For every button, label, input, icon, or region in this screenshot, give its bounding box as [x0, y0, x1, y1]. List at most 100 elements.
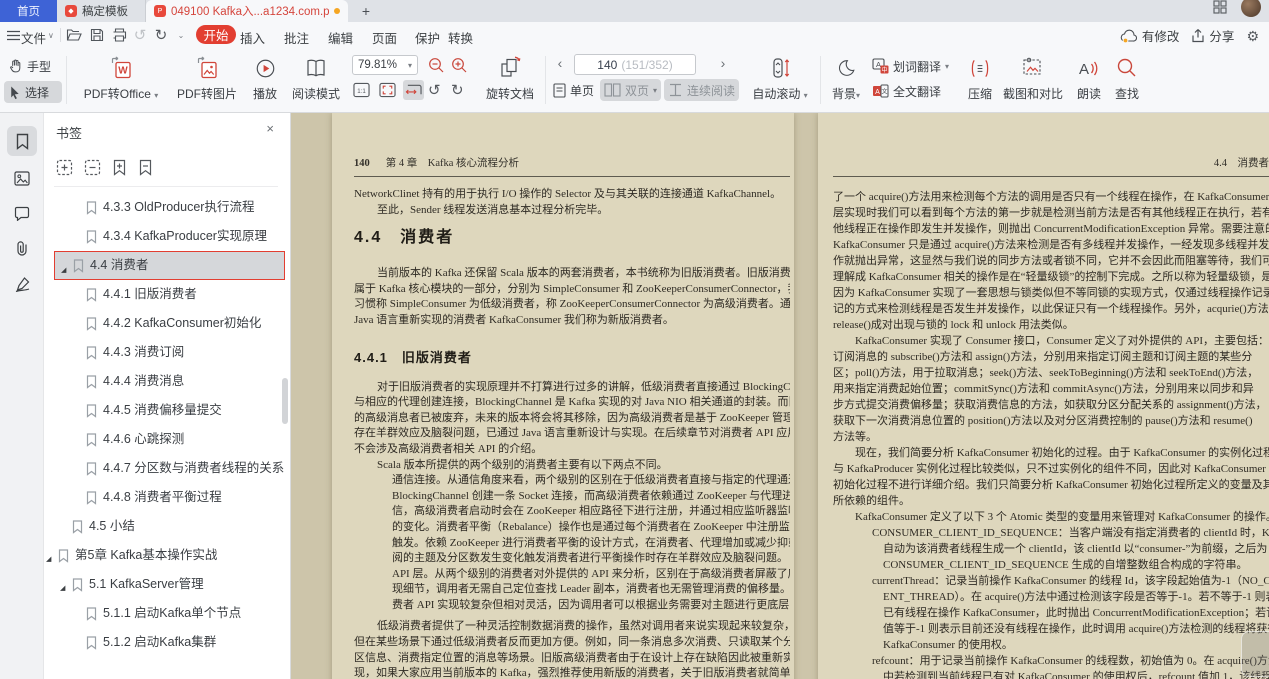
side-icon-strip	[0, 113, 44, 679]
panel-scrollbar-thumb[interactable]	[282, 378, 288, 424]
add-bookmark-button[interactable]	[112, 159, 127, 176]
bookmark-item[interactable]: 5.1.1 启动Kafka单个节点	[54, 599, 285, 628]
bookmark-item[interactable]: 4.4.7 分区数与消费者线程的关系	[54, 454, 285, 483]
hamburger-icon[interactable]	[4, 26, 22, 44]
tab-template[interactable]: ◆ 稿定模板	[57, 0, 146, 22]
close-panel-icon[interactable]: ×	[266, 121, 274, 136]
bookmark-item[interactable]: 4.4.2 KafkaConsumer初始化	[54, 309, 285, 338]
modified-status[interactable]: 有修改	[1120, 26, 1180, 45]
menu-page[interactable]: 页面	[372, 28, 397, 47]
text-line: 现细节，调用者无需自己定位查找 Leader 副本，消费者也无需管理消费的偏移量…	[392, 582, 790, 598]
thumbnails-panel-button[interactable]	[7, 163, 37, 193]
single-page-button[interactable]: 单页	[549, 79, 598, 101]
bookmark-item[interactable]: 5.1 KafkaServer管理	[54, 570, 285, 599]
collapse-all-button[interactable]	[84, 159, 101, 176]
bookmark-flag-icon	[86, 230, 97, 244]
tab-bar: 首页 ◆ 稿定模板 P 049100 Kafka入...a1234.com.pd…	[0, 0, 1269, 22]
pdf-to-office-icon: W	[109, 54, 133, 82]
signature-panel-button[interactable]	[7, 269, 37, 299]
bookmark-label: 4.4.7 分区数与消费者线程的关系	[103, 460, 284, 477]
continuous-reading-button[interactable]: 连续阅读	[664, 79, 739, 101]
page-number-input[interactable]: 140 (151/352)	[574, 54, 696, 75]
settings-gear-icon[interactable]: ⚙	[1246, 29, 1259, 43]
bookmark-item[interactable]: 4.4.3 消费订阅	[54, 338, 285, 367]
page-header: 4.4 消费者	[833, 157, 1269, 177]
fit-width-button[interactable]	[403, 80, 424, 100]
bookmark-flag-icon	[86, 201, 97, 215]
menu-insert[interactable]: 插入	[240, 28, 265, 47]
menu-start[interactable]: 开始	[196, 25, 236, 44]
read-aloud-button[interactable]: A 朗读	[1068, 52, 1110, 102]
compress-button[interactable]: 压缩	[958, 52, 1002, 102]
attachments-panel-button[interactable]	[7, 233, 37, 263]
menu-protect[interactable]: 保护	[415, 28, 440, 47]
tab-home[interactable]: 首页	[0, 0, 57, 22]
bookmark-item[interactable]: 4.3.4 KafkaProducer实现原理	[54, 222, 285, 251]
full-translate-button[interactable]: A文 全文翻译	[868, 80, 945, 102]
background-button[interactable]: 背景▾	[824, 52, 868, 102]
rotate-document-button[interactable]: 旋转文档	[478, 52, 542, 102]
select-tool-button[interactable]: 选择	[4, 81, 62, 103]
share-button[interactable]: 分享	[1191, 26, 1234, 45]
zoom-in-button[interactable]	[447, 54, 472, 76]
undo-icon[interactable]: ↺	[131, 26, 149, 44]
snapshot-compare-button[interactable]: 截图和对比	[1000, 52, 1066, 102]
reading-mode-button[interactable]: 阅读模式	[283, 52, 349, 102]
print-icon[interactable]	[110, 26, 128, 44]
expander-icon[interactable]	[60, 580, 65, 597]
redo-icon[interactable]: ↻	[152, 26, 170, 44]
main-area: 书签 ×	[0, 113, 1269, 679]
file-caret-icon[interactable]: ∨	[48, 31, 54, 40]
expander-icon[interactable]	[46, 551, 51, 568]
bookmark-item[interactable]: 4.4.5 消费偏移量提交	[54, 396, 285, 425]
quickbar-more-icon[interactable]: ⌄	[172, 26, 190, 44]
zoom-level-value: 79.81%	[358, 59, 397, 71]
bookmark-item[interactable]: 4.3.3 OldProducer执行流程	[54, 193, 285, 222]
zoom-out-button[interactable]	[424, 54, 449, 76]
play-button[interactable]: 播放	[244, 52, 286, 102]
comments-panel-button[interactable]	[7, 198, 37, 228]
bookmark-item[interactable]: 4.4.4 消费消息	[54, 367, 285, 396]
avatar[interactable]	[1241, 0, 1261, 17]
bookmark-item[interactable]: 4.4 消费者	[54, 251, 285, 280]
moon-icon	[835, 54, 857, 82]
save-icon[interactable]	[88, 26, 106, 44]
actual-size-button[interactable]: 1:1	[351, 80, 372, 100]
document-viewport[interactable]: 140 第 4 章 Kafka 核心流程分析 NetworkClinet 持有的…	[291, 113, 1269, 679]
bookmark-item[interactable]: 第5章 Kafka基本操作实战	[54, 541, 285, 570]
rotate-right-button[interactable]: ↻	[447, 79, 468, 101]
bookmark-item[interactable]: 4.4.8 消费者平衡过程	[54, 483, 285, 512]
bookmark-item[interactable]: 4.4.1 旧版消费者	[54, 280, 285, 309]
bookmark-item[interactable]: 5.1.2 启动Kafka集群	[54, 628, 285, 657]
tab-document[interactable]: P 049100 Kafka入...a1234.com.pdf	[146, 0, 348, 22]
zoom-level-select[interactable]: 79.81% ▾	[352, 55, 418, 75]
apps-grid-icon[interactable]	[1213, 0, 1227, 14]
floating-widget[interactable]	[1241, 631, 1269, 677]
previous-page-button[interactable]: ‹	[553, 55, 567, 71]
expand-all-button[interactable]	[56, 159, 73, 176]
menu-edit[interactable]: 编辑	[328, 28, 353, 47]
menu-convert[interactable]: 转换	[448, 28, 473, 47]
expander-icon[interactable]	[61, 262, 66, 279]
autoscroll-button[interactable]: 自动滚动 ▾	[748, 52, 812, 102]
find-button[interactable]: 查找	[1108, 52, 1146, 102]
remove-bookmark-button[interactable]	[138, 159, 153, 176]
bookmark-item[interactable]: 4.4.6 心跳探测	[54, 425, 285, 454]
bookmark-flag-icon	[86, 346, 97, 360]
text-line: 值等于-1 则表示目前还没有线程在操作，此时调用 acquire()方法检测的线…	[883, 621, 1269, 637]
menu-comment[interactable]: 批注	[284, 28, 309, 47]
next-page-button[interactable]: ›	[716, 55, 730, 71]
bookmark-flag-icon	[58, 549, 69, 563]
bookmark-item[interactable]: 4.5 小结	[54, 512, 285, 541]
menu-file[interactable]: 文件	[21, 28, 46, 47]
pdf-to-image-button[interactable]: PDF转图片	[168, 52, 246, 102]
pdf-to-office-button[interactable]: W PDF转Office ▾	[78, 52, 164, 102]
bookmarks-panel-button[interactable]	[7, 126, 37, 156]
rotate-left-button[interactable]: ↺	[424, 79, 445, 101]
hand-tool-button[interactable]: 手型	[4, 55, 62, 77]
word-translate-button[interactable]: A中 划词翻译 ▾	[868, 55, 953, 77]
open-file-icon[interactable]	[65, 26, 83, 44]
double-page-button[interactable]: 双页 ▾	[600, 79, 661, 101]
fit-page-button[interactable]	[377, 80, 398, 100]
new-tab-button[interactable]: +	[356, 1, 376, 21]
